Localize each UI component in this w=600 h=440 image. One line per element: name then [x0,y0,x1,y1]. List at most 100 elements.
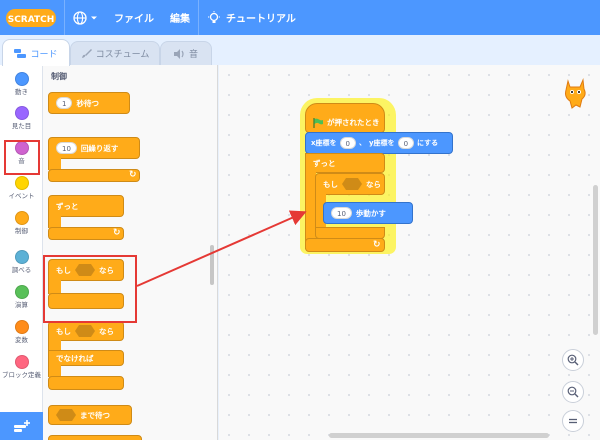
loop-arrow-icon: ↻ [129,170,137,180]
category-label: 見た目 [11,122,32,130]
category-dot-icon [14,106,29,120]
brush-icon [81,49,92,58]
palette-title: 制御 [51,72,67,81]
category-menu: 動き 見た目 音 イベント 制御 調べる 演算 変数 ブロック定義 [0,65,43,440]
code-icon [14,48,27,58]
wait-until-block[interactable]: まで待つ [48,405,132,425]
forever-header[interactable]: ずっと [305,153,385,173]
category-dot-icon [14,285,29,299]
lightbulb-icon [208,10,220,23]
if-else-footer [48,376,124,390]
zoom-in-button[interactable] [562,349,584,371]
if-label: もし [323,179,338,189]
hat-label: が押されたとき [327,118,380,127]
code-workspace[interactable]: が押されたとき x座標を 0 、 y座標を 0 にする ずっと もし なら 10… [219,65,600,440]
tutorials-label: チュートリアル [226,14,296,25]
move-steps-block[interactable]: 10 歩動かす [323,202,413,224]
category-dot-icon [14,211,29,225]
move-steps-input[interactable]: 10 [331,207,352,219]
category-highlight-box [4,140,40,175]
workspace-horizontal-scrollbar[interactable] [329,433,549,438]
category-dot-icon [14,320,29,334]
repeat-count-input[interactable]: 10 [56,142,77,154]
globe-icon [73,10,87,25]
if-else-header: もし なら [48,321,124,341]
category-control[interactable]: 制御 [0,208,43,250]
tutorials-menu[interactable]: チュートリアル [199,0,304,35]
zoom-out-button[interactable] [562,381,584,403]
loop-arrow-icon: ↻ [373,240,381,250]
category-dot-icon [14,176,29,190]
tab-label: 音 [188,50,198,60]
next-block[interactable] [48,435,142,440]
green-flag-icon [313,118,323,128]
zoom-reset-button[interactable] [562,410,584,432]
goto-y-label: y座標を [368,139,395,147]
category-my-blocks[interactable]: ブロック定義 [0,352,43,394]
sprite-cat-icon [565,78,586,109]
wait-until-label: まで待つ [80,410,110,420]
condition-slot[interactable] [75,325,95,337]
repeat-footer: ↻ [48,169,140,182]
goto-x-label: x座標を [311,139,337,147]
if-header[interactable]: もし なら [315,173,385,195]
category-label: 演算 [15,301,28,309]
editor-tabs: コード コスチューム 音 [0,35,600,66]
forever-label: ずっと [56,201,79,211]
zoom-out-icon [567,386,579,398]
move-label: 歩動かす [355,208,386,218]
category-dot-icon [14,250,29,264]
palette-highlight-box [43,255,137,323]
goto-sep: 、 [358,139,366,147]
wait-block[interactable]: 1 秒待つ [48,92,130,114]
category-label: 変数 [15,336,28,344]
else-label-bar: でなければ [48,350,124,366]
repeat-header: 10 回繰り返す [48,137,140,159]
category-label: 調べる [11,266,32,274]
if-label: もし [56,326,71,336]
forever-footer: ↻ [305,238,385,252]
scratch-editor: SCRATCH ファイル 編集 チュートリアル コード コスチューム 音 動き … [0,0,600,440]
else-label: でなければ [56,353,94,363]
wait-label: 秒待つ [76,98,99,108]
then-label: なら [366,179,381,189]
then-label: なら [99,326,114,336]
category-label: ブロック定義 [2,371,41,379]
palette-scrollbar[interactable] [210,245,214,285]
zoom-in-icon [567,354,579,366]
loop-arrow-icon: ↻ [113,228,121,238]
tab-label: コード [30,49,58,60]
goto-y-input[interactable]: 0 [397,137,415,149]
tab-costumes[interactable]: コスチューム [70,41,160,65]
goto-xy-block[interactable]: x座標を 0 、 y座標を 0 にする [305,132,453,154]
equals-icon [569,418,577,424]
add-extension-icon [13,420,30,432]
block-palette: 制御 1 秒待つ 10 回繰り返す ↻ ずっと ↻ もし なら もし なら でな… [43,65,218,440]
category-dot-icon [14,355,29,369]
goto-suffix: にする [417,139,439,147]
chevron-down-icon [91,16,97,19]
repeat-label: 回繰り返す [80,143,119,153]
category-label: 動き [15,88,28,96]
edit-menu[interactable]: 編集 [162,0,198,35]
tab-code[interactable]: コード [2,39,70,66]
speaker-icon [173,48,184,59]
workspace-vertical-scrollbar[interactable] [593,185,598,335]
language-menu[interactable] [65,0,106,35]
file-menu[interactable]: ファイル [106,0,162,35]
category-label: 制御 [15,227,28,235]
category-label: イベント [8,192,35,200]
condition-slot[interactable] [342,178,362,190]
condition-slot[interactable] [56,409,76,421]
goto-x-input[interactable]: 0 [339,137,356,149]
tab-label: コスチューム [95,50,150,60]
forever-header: ずっと [48,195,124,217]
wait-seconds-input[interactable]: 1 [56,97,73,109]
category-dot-icon [14,72,29,86]
add-extension-button[interactable] [0,412,43,440]
tab-sounds[interactable]: 音 [160,41,212,65]
forever-footer: ↻ [48,227,124,240]
scratch-logo[interactable]: SCRATCH [6,7,56,29]
logo-text: SCRATCH [8,15,55,25]
when-flag-clicked-block[interactable]: が押されたとき [305,103,385,133]
